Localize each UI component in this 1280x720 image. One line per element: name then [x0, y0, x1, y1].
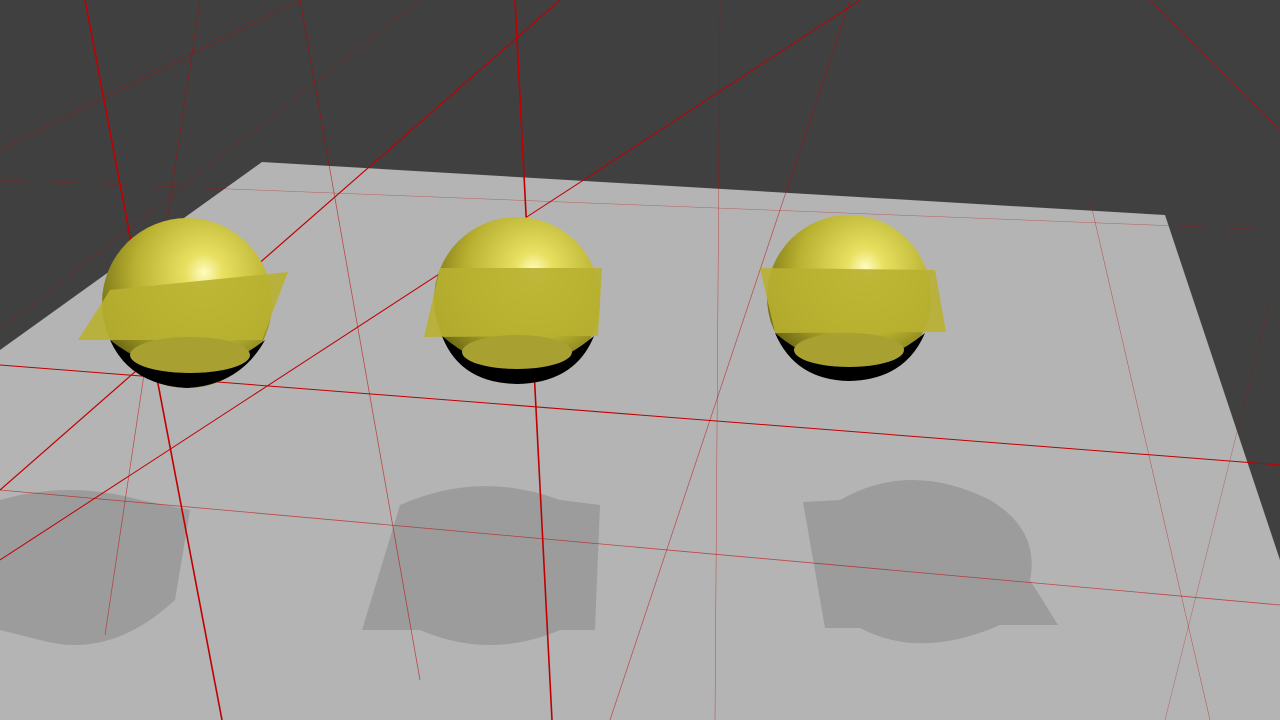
- plane-right: [760, 268, 946, 333]
- render-viewport[interactable]: [0, 0, 1280, 720]
- plane-center: [424, 268, 602, 337]
